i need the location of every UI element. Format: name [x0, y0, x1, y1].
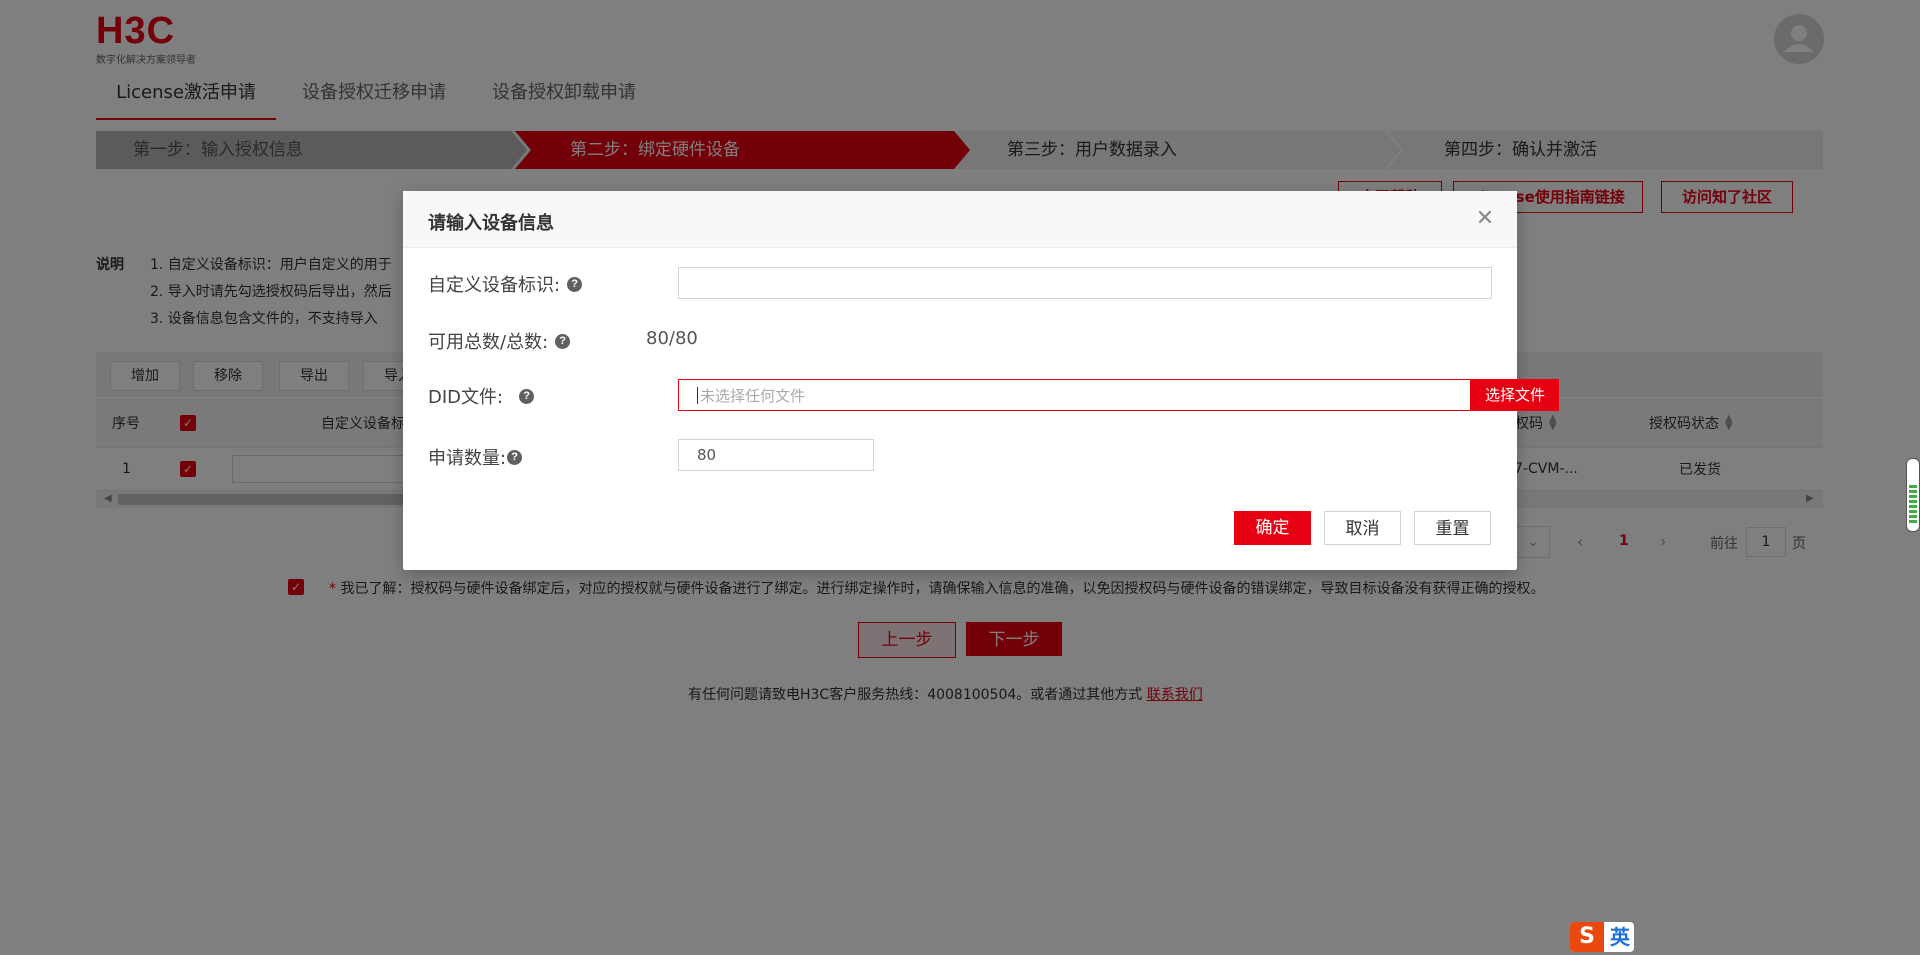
quantity-input[interactable]: 80 — [678, 439, 874, 471]
dialog-header: 请输入设备信息 ✕ — [403, 191, 1517, 248]
ime-mode: 英 — [1610, 925, 1630, 949]
help-circle-icon[interactable]: ? — [555, 333, 571, 349]
close-icon[interactable]: ✕ — [1471, 205, 1499, 233]
did-file-input[interactable]: 未选择任何文件 — [678, 379, 1471, 411]
ime-logo-icon: S — [1570, 922, 1604, 952]
cancel-button[interactable]: 取消 — [1324, 511, 1401, 545]
did-file-placeholder: 未选择任何文件 — [700, 386, 806, 405]
available-label: 可用总数/总数: — [428, 332, 549, 353]
available-label-row: 可用总数/总数: ? — [428, 328, 571, 354]
available-value: 80/80 — [646, 328, 698, 349]
confirm-button[interactable]: 确定 — [1234, 511, 1311, 545]
quantity-label: 申请数量: — [428, 448, 507, 469]
dialog-title: 请输入设备信息 — [428, 213, 554, 234]
device-id-input[interactable] — [678, 267, 1492, 299]
side-scroll-widget[interactable] — [1906, 458, 1920, 532]
ime-indicator[interactable]: S 英 — [1570, 922, 1634, 952]
device-id-label: 自定义设备标识: — [428, 275, 561, 296]
quantity-label-row: 申请数量: ? — [428, 444, 523, 470]
text-caret — [697, 386, 698, 404]
help-circle-icon[interactable]: ? — [507, 449, 523, 465]
choose-file-button[interactable]: 选择文件 — [1471, 379, 1559, 411]
reset-button[interactable]: 重置 — [1414, 511, 1491, 545]
did-file-label-row: DID文件: ? — [428, 383, 535, 409]
help-circle-icon[interactable]: ? — [519, 388, 535, 404]
device-info-dialog: 请输入设备信息 ✕ 自定义设备标识: ? 可用总数/总数: ? 80/80 DI… — [403, 191, 1559, 570]
help-circle-icon[interactable]: ? — [567, 276, 583, 292]
license-activation-page: H3C 数字化解决方案领导者 License激活申请 设备授权迁移申请 设备授权… — [0, 0, 1920, 955]
did-file-label: DID文件: — [428, 387, 504, 408]
scroll-indicator — [1909, 485, 1917, 525]
device-id-label-row: 自定义设备标识: ? — [428, 271, 583, 297]
